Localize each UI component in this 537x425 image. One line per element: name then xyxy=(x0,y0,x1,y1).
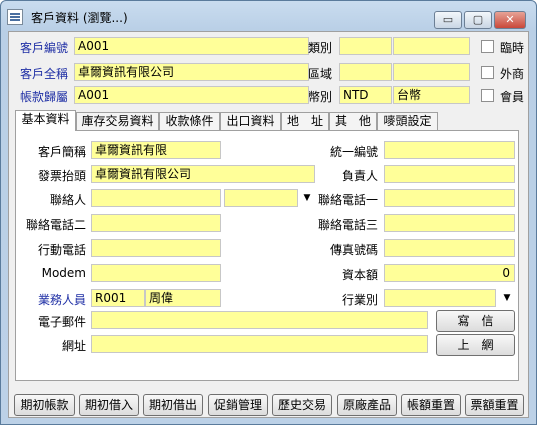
account-owner-label: 帳款歸屬 xyxy=(20,90,69,104)
write-email-button[interactable]: 寫 信 xyxy=(436,310,515,332)
modem-label: Modem xyxy=(41,266,86,280)
tab-inventory[interactable]: 庫存交易資料 xyxy=(76,112,159,130)
currency-name-field[interactable]: 台幣 xyxy=(393,86,470,104)
member-checkbox[interactable] xyxy=(481,89,494,102)
reset-bill-balance-button[interactable]: 票額重置 xyxy=(465,394,524,416)
short-name-label: 客戶簡稱 xyxy=(37,145,86,159)
category-name-field[interactable] xyxy=(393,37,470,55)
currency-code-field[interactable]: NTD xyxy=(339,86,392,104)
client-area: 客戶編號 A001 類別 臨時 客戶全稱 卓爾資訊有限公司 區域 外商 帳款歸屬… xyxy=(8,31,529,418)
phone3-label: 聯絡電話三 xyxy=(317,218,378,232)
title-bar: 客戶資料 (瀏覽...) ▭ ▢ ✕ xyxy=(1,1,536,31)
foreign-checkbox-label: 外商 xyxy=(500,67,525,81)
reset-account-balance-button[interactable]: 帳額重置 xyxy=(401,394,461,416)
sales-rep-code-field[interactable]: R001 xyxy=(91,289,145,307)
currency-label: 幣別 xyxy=(308,90,333,104)
tab-export[interactable]: 出口資料 xyxy=(220,112,281,130)
fax-field[interactable] xyxy=(384,239,515,257)
account-owner-field[interactable]: A001 xyxy=(74,86,309,104)
phone3-field[interactable] xyxy=(384,214,515,232)
sales-rep-label: 業務人員 xyxy=(37,293,86,307)
owner-label: 負責人 xyxy=(341,169,378,183)
email-field[interactable] xyxy=(91,311,428,329)
industry-dropdown-arrow-icon[interactable]: ▼ xyxy=(499,290,515,306)
tab-other[interactable]: 其 他 xyxy=(329,112,377,130)
foreign-checkbox[interactable] xyxy=(481,66,494,79)
website-label: 網址 xyxy=(61,339,86,353)
capital-label: 資本額 xyxy=(341,268,378,282)
owner-field[interactable] xyxy=(384,165,515,183)
sales-rep-name-field[interactable]: 周偉 xyxy=(145,289,221,307)
contact-field[interactable] xyxy=(91,189,221,207)
opening-borrowed-in-button[interactable]: 期初借入 xyxy=(79,394,139,416)
tax-id-field[interactable] xyxy=(384,141,515,159)
temp-checkbox[interactable] xyxy=(481,40,494,53)
customer-fullname-label: 客戶全稱 xyxy=(20,67,69,81)
phone1-field[interactable] xyxy=(384,189,515,207)
tax-id-label: 統一編號 xyxy=(329,145,378,159)
tab-payment-terms[interactable]: 收款條件 xyxy=(159,112,220,130)
transaction-history-button[interactable]: 歷史交易 xyxy=(272,394,332,416)
customer-code-field[interactable]: A001 xyxy=(74,37,309,55)
temp-checkbox-label: 臨時 xyxy=(500,41,525,55)
capital-field[interactable]: 0 xyxy=(384,264,515,282)
industry-label: 行業別 xyxy=(341,293,378,307)
customer-window: 客戶資料 (瀏覽...) ▭ ▢ ✕ 客戶編號 A001 類別 臨時 客戶全稱 … xyxy=(0,0,537,425)
member-checkbox-label: 會員 xyxy=(500,90,525,104)
customer-fullname-field[interactable]: 卓爾資訊有限公司 xyxy=(74,63,309,81)
opening-lent-out-button[interactable]: 期初借出 xyxy=(143,394,203,416)
minimize-button[interactable]: ▭ xyxy=(434,11,462,29)
opening-receivables-button[interactable]: 期初帳款 xyxy=(14,394,75,416)
original-products-button[interactable]: 原廠產品 xyxy=(337,394,397,416)
browse-web-button[interactable]: 上 網 xyxy=(436,334,515,356)
email-label: 電子郵件 xyxy=(37,315,86,329)
mobile-label: 行動電話 xyxy=(37,243,86,257)
tab-address[interactable]: 地 址 xyxy=(281,112,329,130)
tab-basic[interactable]: 基本資料 xyxy=(15,110,76,131)
region-code-field[interactable] xyxy=(339,63,392,81)
window-title: 客戶資料 (瀏覽...) xyxy=(31,11,128,25)
maximize-button[interactable]: ▢ xyxy=(464,11,492,29)
category-label: 類別 xyxy=(308,41,333,55)
tab-shipping-mark[interactable]: 嘜頭設定 xyxy=(377,112,438,130)
industry-select[interactable] xyxy=(384,289,496,307)
promotion-management-button[interactable]: 促銷管理 xyxy=(208,394,268,416)
region-label: 區域 xyxy=(308,67,333,81)
contact-select[interactable] xyxy=(224,189,298,207)
close-button[interactable]: ✕ xyxy=(494,11,526,29)
form-icon xyxy=(7,9,23,25)
contact-label: 聯絡人 xyxy=(49,193,86,207)
invoice-title-field[interactable]: 卓爾資訊有限公司 xyxy=(91,165,315,183)
short-name-field[interactable]: 卓爾資訊有限 xyxy=(91,141,221,159)
fax-label: 傳真號碼 xyxy=(329,243,378,257)
category-code-field[interactable] xyxy=(339,37,392,55)
invoice-title-label: 發票抬頭 xyxy=(37,169,86,183)
phone2-field[interactable] xyxy=(91,214,221,232)
website-field[interactable] xyxy=(91,335,428,353)
region-name-field[interactable] xyxy=(393,63,470,81)
basic-panel: 客戶簡稱 卓爾資訊有限 統一編號 發票抬頭 卓爾資訊有限公司 負責人 聯絡人 ▼… xyxy=(15,130,519,381)
modem-field[interactable] xyxy=(91,264,221,282)
phone2-label: 聯絡電話二 xyxy=(25,218,86,232)
mobile-field[interactable] xyxy=(91,239,221,257)
phone1-label: 聯絡電話一 xyxy=(317,193,378,207)
customer-code-label: 客戶編號 xyxy=(20,41,69,55)
